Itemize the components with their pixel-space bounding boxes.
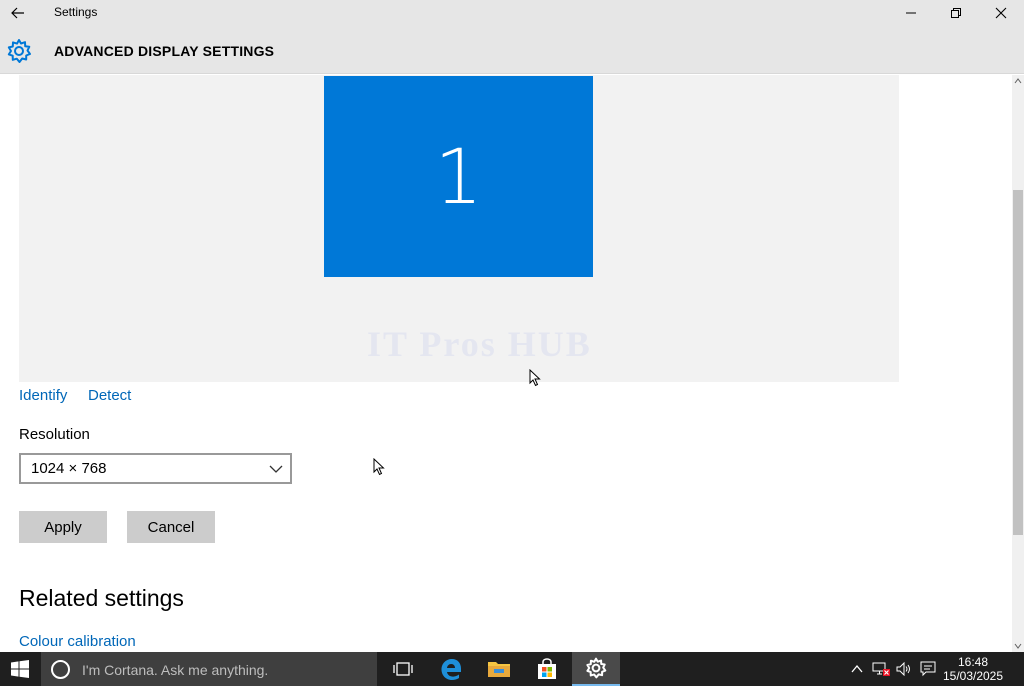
- cortana-icon: [51, 660, 70, 679]
- chevron-down-icon: [269, 465, 283, 473]
- caret-down-icon: [1014, 643, 1022, 649]
- gear-icon: [7, 39, 31, 63]
- cancel-button[interactable]: Cancel: [127, 511, 215, 543]
- store-bag-icon: [538, 658, 556, 679]
- network-disconnected-icon: [872, 662, 890, 676]
- related-settings-heading: Related settings: [19, 585, 184, 611]
- network-status-button[interactable]: [869, 652, 893, 686]
- edge-icon: [441, 659, 461, 680]
- resolution-value: 1024 × 768: [31, 460, 107, 477]
- restore-icon: [950, 8, 961, 18]
- gear-icon: [586, 657, 607, 679]
- mouse-cursor-icon: [529, 369, 541, 387]
- minimize-icon: [905, 12, 916, 14]
- show-hidden-icons-button[interactable]: [846, 652, 868, 686]
- mouse-cursor-icon: [373, 458, 385, 476]
- windows-logo-icon: [11, 660, 29, 678]
- detect-link[interactable]: Detect: [88, 387, 131, 404]
- edge-browser-button[interactable]: [428, 652, 474, 686]
- folder-icon: [488, 662, 510, 677]
- back-button[interactable]: [6, 2, 30, 24]
- task-view-icon: [393, 662, 413, 676]
- display-arrangement-area[interactable]: 1 IT Pros HUB: [19, 75, 899, 382]
- resolution-dropdown[interactable]: 1024 × 768: [19, 453, 292, 484]
- clock-time: 16:48: [957, 655, 989, 669]
- page-header: ADVANCED DISPLAY SETTINGS: [0, 26, 1024, 74]
- monitor-tile[interactable]: 1: [324, 76, 593, 277]
- speaker-icon: [896, 662, 910, 676]
- scroll-down-button[interactable]: [1012, 640, 1024, 652]
- title-bar: Settings: [0, 0, 1024, 26]
- volume-button[interactable]: [893, 652, 915, 686]
- window-title: Settings: [54, 5, 98, 19]
- restore-button[interactable]: [933, 0, 978, 26]
- chevron-up-icon: [851, 665, 863, 673]
- settings-app-button[interactable]: [572, 652, 620, 686]
- scrollbar-thumb[interactable]: [1013, 190, 1023, 535]
- page-title: ADVANCED DISPLAY SETTINGS: [54, 43, 275, 59]
- cortana-search-box[interactable]: I'm Cortana. Ask me anything.: [41, 652, 377, 686]
- action-center-button[interactable]: [917, 652, 939, 686]
- back-arrow-icon: [11, 7, 24, 19]
- colour-calibration-link[interactable]: Colour calibration: [19, 633, 136, 650]
- watermark: IT Pros HUB: [367, 324, 592, 364]
- search-placeholder: I'm Cortana. Ask me anything.: [82, 662, 269, 678]
- scroll-up-button[interactable]: [1012, 75, 1024, 87]
- notification-icon: [920, 661, 936, 677]
- close-button[interactable]: [978, 0, 1023, 26]
- minimize-button[interactable]: [888, 0, 933, 26]
- close-icon: [995, 7, 1006, 19]
- resolution-label: Resolution: [19, 426, 90, 443]
- start-button[interactable]: [0, 652, 40, 686]
- vertical-scrollbar[interactable]: [1012, 75, 1024, 652]
- settings-content[interactable]: 1 IT Pros HUB Identify Detect Resolution…: [0, 75, 1012, 652]
- monitor-number: 1: [434, 132, 483, 221]
- clock-date: 15/03/2025: [942, 669, 1004, 683]
- apply-button[interactable]: Apply: [19, 511, 107, 543]
- task-view-button[interactable]: [380, 652, 426, 686]
- system-clock[interactable]: 16:48 15/03/2025: [940, 655, 1006, 683]
- taskbar: I'm Cortana. Ask me anything. 16:48 15/0…: [0, 652, 1024, 686]
- identify-link[interactable]: Identify: [19, 387, 67, 404]
- caret-up-icon: [1014, 78, 1022, 84]
- store-button[interactable]: [524, 652, 570, 686]
- file-explorer-button[interactable]: [476, 652, 522, 686]
